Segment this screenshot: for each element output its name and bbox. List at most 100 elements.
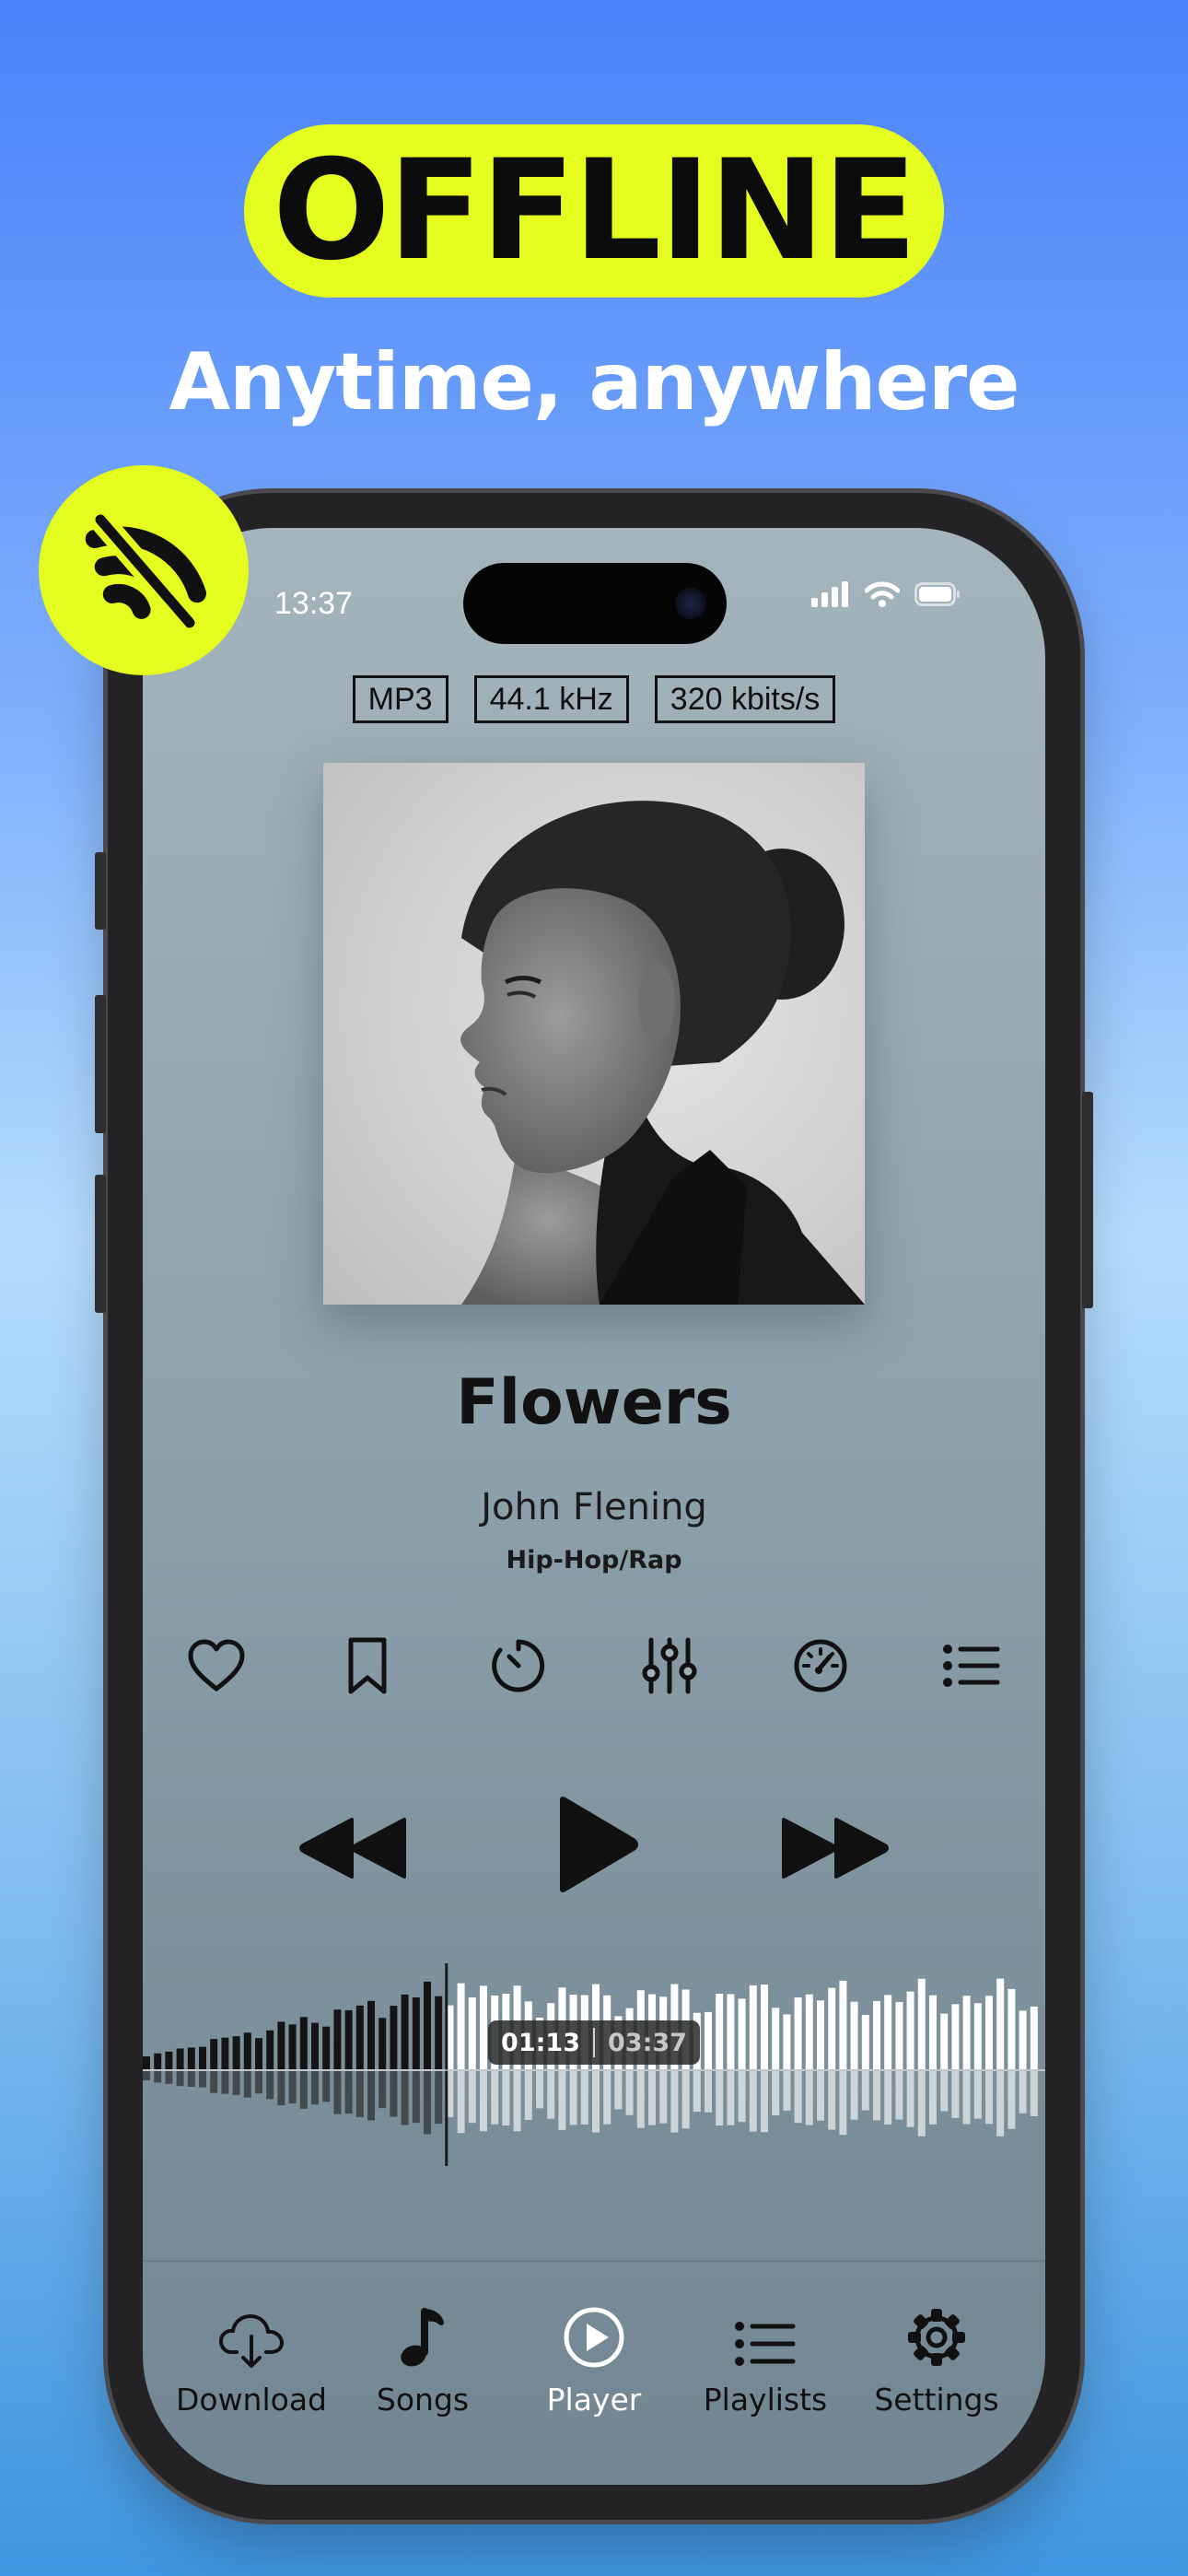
waveform-bar [884, 1995, 892, 2069]
tab-player[interactable]: Player [504, 2262, 684, 2446]
waveform-bar [996, 1978, 1005, 2069]
waveform-reflection-bar [569, 2071, 577, 2125]
heart-icon [188, 1639, 245, 1692]
waveform-reflection-bar [861, 2071, 869, 2111]
waveform-reflection-bar [985, 2071, 993, 2125]
sleep-timer-button[interactable] [477, 1624, 560, 1707]
waveform-bar [266, 2030, 274, 2069]
favorite-button[interactable] [175, 1624, 258, 1707]
waveform-bar [311, 2022, 319, 2069]
tab-settings[interactable]: Settings [846, 2262, 1027, 2446]
action-row [175, 1624, 1013, 1707]
playhead[interactable] [445, 1963, 448, 2166]
waveform-bar [985, 1996, 993, 2069]
waveform-bar [210, 2039, 218, 2069]
album-artwork [323, 763, 865, 1305]
equalizer-button[interactable] [628, 1624, 711, 1707]
artist-name: John Flening [481, 1486, 707, 1528]
waveform-reflection-bar [906, 2071, 914, 2127]
waveform-bar [1030, 2006, 1038, 2069]
tab-download[interactable]: Download [161, 2262, 342, 2446]
waveform-reflection-bar [738, 2071, 746, 2123]
waveform-reflection-bar [480, 2071, 487, 2132]
waveform-reflection-bar [716, 2071, 724, 2126]
waveform-reflection-bar [996, 2071, 1005, 2137]
waveform-reflection-bar [917, 2071, 926, 2137]
timer-icon [492, 1639, 545, 1692]
queue-list-icon [943, 1645, 1000, 1687]
waveform-bar [322, 2026, 331, 2069]
tab-label: Download [175, 2382, 328, 2418]
waveform-bar [929, 1995, 937, 2069]
waveform-bar [973, 2003, 982, 2069]
waveform-bar [727, 1994, 735, 2069]
waveform-reflection-bar [1007, 2071, 1016, 2129]
waveform-bar [199, 2046, 206, 2069]
time-pill: 01:13 03:37 [488, 2020, 700, 2065]
waveform-bar [940, 2013, 949, 2069]
waveform-reflection-bar [1030, 2071, 1038, 2117]
tab-label: Songs [376, 2382, 470, 2418]
rewind-button[interactable] [299, 1816, 408, 1885]
waveform-reflection-bar [940, 2071, 949, 2112]
fast-forward-button[interactable] [780, 1816, 889, 1885]
signal-icon [811, 581, 848, 607]
waveform-reflection-bar [210, 2071, 218, 2093]
waveform-reflection-bar [165, 2071, 173, 2084]
waveform-reflection-bar [884, 2071, 892, 2125]
waveform-reflection-bar [524, 2071, 532, 2121]
wifi-icon [865, 581, 900, 607]
phone-frame: 13:37 MP3 44.1 kHz 320 kbits/s Flowers J… [95, 493, 1093, 2520]
waveform-bar [895, 2002, 903, 2069]
waveform-reflection-bar [502, 2071, 510, 2125]
waveform-bar [468, 1996, 476, 2069]
waveform-reflection-bar [929, 2071, 937, 2125]
queue-button[interactable] [930, 1624, 1013, 1707]
waveform-bar [817, 2000, 824, 2069]
artwork-portrait [460, 801, 865, 1305]
waveform-reflection-bar [367, 2071, 375, 2121]
play-button[interactable] [553, 1795, 641, 1899]
waveform-bar [906, 1991, 914, 2069]
audio-info-tags: MP3 44.1 kHz 320 kbits/s [143, 675, 1045, 723]
waveform-reflection-bar [951, 2071, 960, 2118]
waveform-bar [435, 1996, 443, 2069]
waveform-reflection-bar [828, 2071, 836, 2130]
headline-pill: OFFLINE [244, 124, 944, 298]
sample-rate-tag: 44.1 kHz [473, 675, 629, 723]
waveform-reflection-bar [401, 2071, 409, 2125]
waveform-baseline [143, 2069, 1045, 2071]
dynamic-island [463, 563, 727, 644]
tab-playlists[interactable]: Playlists [675, 2262, 856, 2446]
waveform-reflection-bar [648, 2071, 656, 2125]
gear-icon [908, 2309, 965, 2366]
waveform-reflection-bar [727, 2071, 735, 2125]
waveform-bar [299, 2017, 308, 2069]
format-tag: MP3 [352, 675, 448, 723]
bitrate-tag: 320 kbits/s [654, 675, 836, 723]
waveform-bar [424, 1981, 431, 2069]
waveform-bar [165, 2051, 173, 2069]
waveform-reflection-bar [625, 2071, 634, 2115]
waveform-bar [783, 2014, 791, 2069]
waveform-bar [794, 1996, 802, 2069]
waveform-reflection-bar [558, 2071, 566, 2130]
waveform-reflection-bar [817, 2071, 824, 2121]
waveform-reflection-bar [491, 2071, 499, 2125]
offline-badge [39, 465, 249, 675]
waveform-scrubber[interactable] [143, 1954, 1045, 2184]
waveform-reflection-bar [705, 2071, 712, 2113]
waveform-reflection-bar [693, 2071, 701, 2113]
playback-speed-button[interactable] [779, 1624, 862, 1707]
waveform-reflection-bar [873, 2071, 880, 2121]
waveform-reflection-bar [176, 2071, 184, 2087]
play-circle-icon [564, 2307, 624, 2368]
waveform-bar [412, 1997, 420, 2069]
waveform-reflection-bar [761, 2071, 768, 2133]
waveform-reflection-bar [850, 2071, 858, 2120]
waveform-bar [277, 2021, 285, 2069]
waveform-reflection-bar [794, 2071, 802, 2124]
waveform-reflection-bar [592, 2071, 600, 2133]
bookmark-button[interactable] [326, 1624, 409, 1707]
tab-songs[interactable]: Songs [332, 2262, 513, 2446]
